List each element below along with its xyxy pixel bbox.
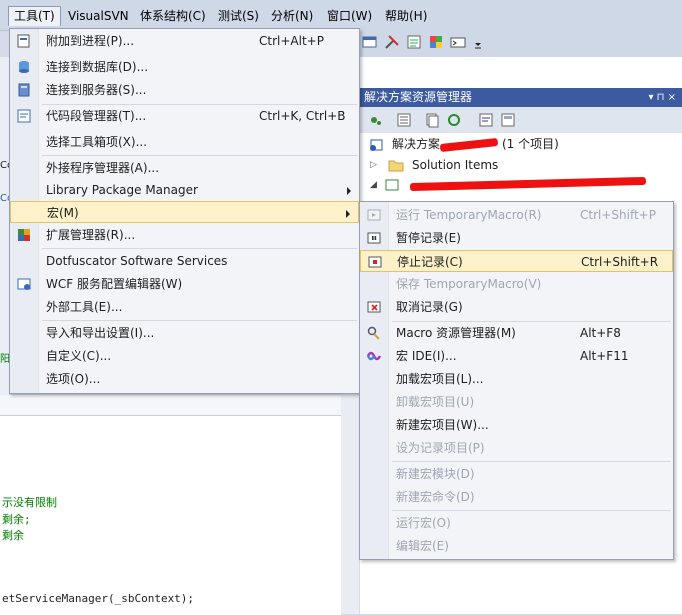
menu-window[interactable]: 窗口(W)	[322, 7, 377, 26]
menu-item-wcf-config-editor[interactable]: WCF 服务配置编辑器(W)	[10, 273, 359, 295]
menu-separator	[392, 461, 671, 462]
menu-separator	[392, 510, 671, 511]
view-code-icon[interactable]	[478, 112, 494, 128]
menu-item-import-export-settings[interactable]: 导入和导出设置(I)...	[10, 322, 359, 344]
menu-bar: 工具(T) VisualSVN 体系结构(C) 测试(S) 分析(N) 窗口(W…	[0, 0, 682, 31]
server-icon	[18, 83, 30, 97]
menu-item-run-macro[interactable]: 运行宏(O)	[360, 512, 673, 534]
menu-item-new-macro-project[interactable]: 新建宏项目(W)...	[360, 414, 673, 436]
show-all-files-icon[interactable]	[424, 112, 440, 128]
extension-icon	[18, 229, 30, 241]
menu-item-extension-manager[interactable]: 扩展管理器(R)...	[10, 224, 359, 246]
code-editor[interactable]: 示没有限制 剩余; 剩余 etServiceManager(_sbContext…	[0, 415, 341, 615]
solution-explorer-header: 解决方案资源管理器 ▾ ⊓ ×	[360, 88, 682, 107]
menu-item-new-macro-module[interactable]: 新建宏模块(D)	[360, 463, 673, 485]
menu-item-library-package-manager[interactable]: Library Package Manager	[10, 179, 359, 201]
view-designer-icon[interactable]	[500, 112, 516, 128]
wcf-icon	[17, 278, 31, 290]
menu-item-choose-toolbox[interactable]: 选择工具箱项(X)...	[10, 131, 359, 153]
pause-recording-icon	[367, 232, 381, 244]
menu-item-pause-recording[interactable]: 暂停记录(E)	[360, 227, 673, 249]
menu-separator	[42, 320, 357, 321]
menu-item-connect-server[interactable]: 连接到服务器(S)...	[10, 79, 359, 101]
menu-item-attach-process[interactable]: 附加到进程(P)... Ctrl+Alt+P	[10, 30, 359, 52]
menu-item-load-macro-project[interactable]: 加载宏项目(L)...	[360, 368, 673, 390]
properties-icon[interactable]	[396, 112, 412, 128]
menu-item-stop-recording[interactable]: 停止记录(C) Ctrl+Shift+R	[360, 250, 673, 272]
menu-item-edit-macro[interactable]: 编辑宏(E)	[360, 535, 673, 557]
code-line: 示没有限制	[2, 496, 57, 509]
submenu-arrow-icon	[347, 187, 351, 195]
toolbar-toolbox-icon[interactable]	[428, 34, 444, 50]
menu-separator	[42, 248, 357, 249]
stop-recording-icon	[368, 256, 382, 268]
tools-menu: 附加到进程(P)... Ctrl+Alt+P 连接到数据库(D)... 连接到服…	[9, 28, 360, 394]
toolbar-immediate-icon[interactable]	[450, 34, 466, 50]
menu-item-set-recording-project[interactable]: 设为记录项目(P)	[360, 437, 673, 459]
folder-icon	[388, 160, 404, 172]
menu-item-options[interactable]: 选项(O)...	[10, 368, 359, 390]
menu-tools[interactable]: 工具(T)	[8, 6, 61, 26]
menu-item-macros[interactable]: 宏(M)	[10, 201, 359, 223]
refresh-icon[interactable]	[446, 112, 462, 128]
toolbar-tools-icon[interactable]	[384, 34, 400, 50]
menu-item-new-macro-command[interactable]: 新建宏命令(D)	[360, 486, 673, 508]
sync-icon[interactable]	[368, 112, 384, 128]
menu-visualsvn[interactable]: VisualSVN	[63, 7, 134, 26]
solution-icon	[370, 139, 383, 151]
solution-explorer-title: 解决方案资源管理器	[364, 90, 473, 104]
solution-label: 解决方案	[392, 137, 441, 151]
menu-item-unload-macro-project[interactable]: 卸载宏项目(U)	[360, 391, 673, 413]
menu-item-save-temporary-macro[interactable]: 保存 TemporaryMacro(V)	[360, 273, 673, 295]
toolbar-properties-icon[interactable]	[406, 34, 422, 50]
editor-region	[0, 395, 341, 415]
macros-submenu: 运行 TemporaryMacro(R) Ctrl+Shift+P 暂停记录(E…	[359, 201, 674, 560]
solution-explorer-toolbar	[360, 107, 682, 133]
solution-project-count: (1 个项目)	[502, 137, 559, 151]
code-line: 剩余	[2, 529, 24, 542]
toolbar-overflow-icon[interactable]	[470, 34, 486, 50]
menu-item-snippet-manager[interactable]: 代码段管理器(T)... Ctrl+K, Ctrl+B	[10, 105, 359, 127]
menu-architecture[interactable]: 体系结构(C)	[135, 7, 211, 26]
menu-item-addin-manager[interactable]: 外接程序管理器(A)...	[10, 157, 359, 179]
project-icon	[385, 179, 399, 191]
toolbar-window-icon[interactable]	[362, 34, 378, 50]
snippet-icon	[17, 109, 31, 123]
macro-explorer-icon	[367, 326, 380, 340]
menu-separator	[42, 155, 357, 156]
cancel-recording-icon	[367, 301, 381, 313]
database-icon	[19, 61, 29, 73]
solution-items-label: Solution Items	[412, 158, 499, 172]
panel-pin-icon[interactable]: ▾ ⊓ ×	[648, 88, 676, 107]
code-line: etServiceManager(_sbContext);	[2, 592, 195, 605]
toolbar	[360, 30, 682, 57]
collapse-arrow-icon[interactable]: ◢	[370, 176, 377, 194]
submenu-arrow-icon	[346, 210, 350, 218]
menu-analyze[interactable]: 分析(N)	[266, 7, 318, 26]
code-line: 剩余;	[2, 513, 31, 526]
menu-item-cancel-recording[interactable]: 取消记录(G)	[360, 296, 673, 318]
expand-arrow-icon[interactable]: ▷	[370, 156, 377, 174]
menu-item-macro-ide[interactable]: 宏 IDE(I)... Alt+F11	[360, 345, 673, 367]
menu-test[interactable]: 测试(S)	[213, 7, 264, 26]
menu-item-macro-explorer[interactable]: Macro 资源管理器(M) Alt+F8	[360, 322, 673, 344]
menu-item-run-temporary-macro[interactable]: 运行 TemporaryMacro(R) Ctrl+Shift+P	[360, 204, 673, 226]
menu-item-dotfuscator[interactable]: Dotfuscator Software Services	[10, 250, 359, 272]
menu-item-external-tools[interactable]: 外部工具(E)...	[10, 296, 359, 318]
run-macro-icon	[367, 209, 381, 221]
menu-item-customize[interactable]: 自定义(C)...	[10, 345, 359, 367]
attach-process-icon	[17, 34, 30, 48]
menu-item-connect-database[interactable]: 连接到数据库(D)...	[10, 56, 359, 78]
macro-ide-icon	[366, 351, 382, 361]
menu-help[interactable]: 帮助(H)	[380, 7, 432, 26]
